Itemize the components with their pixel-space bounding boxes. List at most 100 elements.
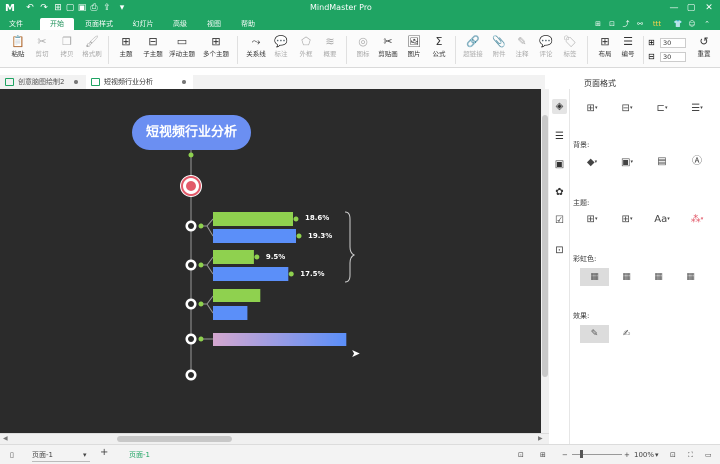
relationship-button[interactable]: ⤳ 关系线 (242, 35, 270, 65)
numbering-button[interactable]: ☰ 编号 (614, 35, 642, 65)
undo-icon[interactable]: ↶ (24, 2, 36, 14)
tab-document-2[interactable]: 短视频行业分析 (86, 75, 193, 89)
menu-slides[interactable]: 幻灯片 (130, 18, 156, 30)
multiple-topics-button[interactable]: ⊞ 多个主题 (202, 35, 230, 65)
close-icon[interactable]: ✕ (702, 2, 716, 15)
tag-button[interactable]: 🏷 标签 (556, 35, 584, 65)
export-icon[interactable]: ⇪ (101, 2, 113, 14)
open-file-icon[interactable]: ▢ (64, 2, 76, 14)
scroll-left-icon[interactable]: ◀ (3, 435, 8, 442)
cut-button[interactable]: ✂ 剪切 (28, 35, 56, 65)
zoom-level[interactable]: 100% (634, 449, 654, 461)
zoom-slider-thumb[interactable] (580, 450, 583, 458)
chevron-down-icon[interactable]: ▾ (655, 449, 659, 461)
redo-icon[interactable]: ↷ (38, 2, 50, 14)
topic-button[interactable]: ⊞ 主题 (112, 35, 140, 65)
connector-style-icon[interactable]: ⊏▾ (652, 101, 672, 115)
bar-blue-3[interactable] (213, 306, 248, 320)
menu-home[interactable]: 开始 (40, 18, 74, 30)
effect-sketch-option[interactable]: ✍ (612, 325, 641, 343)
menu-page-style[interactable]: 页面样式 (82, 18, 116, 30)
task-icon[interactable]: ☑ (552, 213, 567, 228)
fullscreen-exit-icon[interactable]: ⛶ (688, 449, 693, 461)
format-painter-button[interactable]: 🖌 格式刷 (78, 35, 106, 65)
bar-handle[interactable] (288, 271, 294, 277)
tab-document-1[interactable]: 创意脑图绘制2 (0, 75, 85, 89)
print-icon[interactable]: ⎙ (88, 2, 100, 14)
subtopic-button[interactable]: ⊟ 子主题 (139, 35, 167, 65)
fit-page-icon[interactable]: ⊡ (518, 449, 524, 461)
rainbow-option-4[interactable]: ▦ (676, 268, 705, 286)
vertical-scrollbar[interactable] (541, 89, 549, 433)
node-1[interactable] (185, 220, 204, 232)
presentation-icon[interactable]: ⊡ (552, 243, 567, 258)
page-panel-icon[interactable]: ▯ (10, 449, 14, 461)
window-mode-icon[interactable]: ▭ (705, 449, 712, 461)
share-icon[interactable]: ⊞ (592, 18, 604, 30)
zoom-out-icon[interactable]: − (562, 449, 568, 461)
account-icon[interactable]: ☺ (686, 18, 698, 30)
floating-topic-button[interactable]: ▭ 浮动主题 (168, 35, 196, 65)
text-watermark-icon[interactable]: Ⓐ (687, 155, 707, 169)
user-tag-icon[interactable]: ttt (648, 18, 666, 30)
menu-advanced[interactable]: 高级 (170, 18, 190, 30)
layout-tree-icon[interactable]: ⊟▾ (617, 101, 637, 115)
fill-bucket-icon[interactable]: ◆▾ (582, 155, 602, 169)
bar-handle[interactable] (296, 233, 302, 239)
minimize-icon[interactable]: — (667, 2, 681, 15)
horizontal-scrollbar[interactable]: ◀ ▶ (0, 433, 549, 444)
vertical-spacing-input[interactable]: 30 (660, 52, 686, 62)
copy-button[interactable]: ❐ 拷贝 (53, 35, 81, 65)
scroll-thumb[interactable] (542, 115, 548, 377)
numbering-list-icon[interactable]: ☰▾ (687, 101, 707, 115)
fullscreen-icon[interactable]: ⊞ (540, 449, 546, 461)
node-5[interactable] (185, 369, 197, 381)
bar-handle[interactable] (293, 216, 299, 222)
effect-pen-option[interactable]: ✎ (580, 325, 609, 343)
bar-green-3[interactable] (213, 289, 261, 302)
structure-icon[interactable]: ⊞▾ (582, 101, 602, 115)
node-3[interactable] (185, 298, 204, 310)
page-tab-1[interactable]: 页面-1 (129, 449, 150, 461)
menu-help[interactable]: 帮助 (238, 18, 258, 30)
chevron-down-icon[interactable]: ▾ (83, 449, 87, 461)
bar-green-1[interactable] (213, 212, 293, 226)
reset-button[interactable]: ↺ 重置 (690, 35, 718, 65)
hyperlink-button[interactable]: 🔗 超链接 (459, 35, 487, 65)
shirt-icon[interactable]: 👕 (672, 18, 684, 30)
picture-button[interactable]: 🖼 图片 (400, 35, 428, 65)
zoom-in-icon[interactable]: + (624, 449, 630, 461)
theme-grid-icon[interactable]: ⊞▾ (582, 212, 602, 226)
background-image-icon[interactable]: ▣▾ (617, 155, 637, 169)
node-2[interactable] (185, 259, 204, 271)
color-scheme-icon[interactable]: ⁂▾ (687, 212, 707, 226)
bar-green-2[interactable] (213, 250, 254, 264)
root-collapse-handle[interactable] (188, 152, 194, 158)
watermark-icon[interactable]: ▤ (652, 155, 672, 169)
clipart-button[interactable]: ✂ 剪贴画 (374, 35, 402, 65)
menu-view[interactable]: 视图 (204, 18, 224, 30)
collapse-ribbon-icon[interactable]: ⌃ (701, 18, 713, 30)
theme-layout-icon[interactable]: ⊞▾ (617, 212, 637, 226)
callout-button[interactable]: 💬 标注 (267, 35, 295, 65)
font-icon[interactable]: Aa▾ (652, 212, 672, 226)
horizontal-spacing-input[interactable]: 30 (660, 38, 686, 48)
rainbow-option-3[interactable]: ▦ (644, 268, 673, 286)
page-format-icon[interactable]: ◈ (552, 99, 567, 114)
scroll-thumb[interactable] (117, 436, 232, 442)
node-4[interactable] (185, 333, 204, 345)
new-file-icon[interactable]: ⊞ (52, 2, 64, 14)
formula-button[interactable]: Σ 公式 (425, 35, 453, 65)
icon-button[interactable]: ◎ 图标 (349, 35, 377, 65)
list-icon[interactable]: ☰ (552, 129, 567, 144)
clipart-icon[interactable]: ✿ (552, 185, 567, 200)
summary-button[interactable]: ≋ 概要 (316, 35, 344, 65)
bar-gradient-4[interactable] (213, 333, 347, 346)
bar-blue-1[interactable] (213, 229, 296, 243)
publish-icon[interactable]: ⊡ (606, 18, 618, 30)
image-icon[interactable]: ▣ (552, 157, 567, 172)
menu-file[interactable]: 文件 (6, 18, 26, 30)
link-icon[interactable]: ⚯ (634, 18, 646, 30)
summary-brace[interactable] (344, 211, 356, 283)
share-link-icon[interactable]: ⤴ (620, 18, 632, 30)
